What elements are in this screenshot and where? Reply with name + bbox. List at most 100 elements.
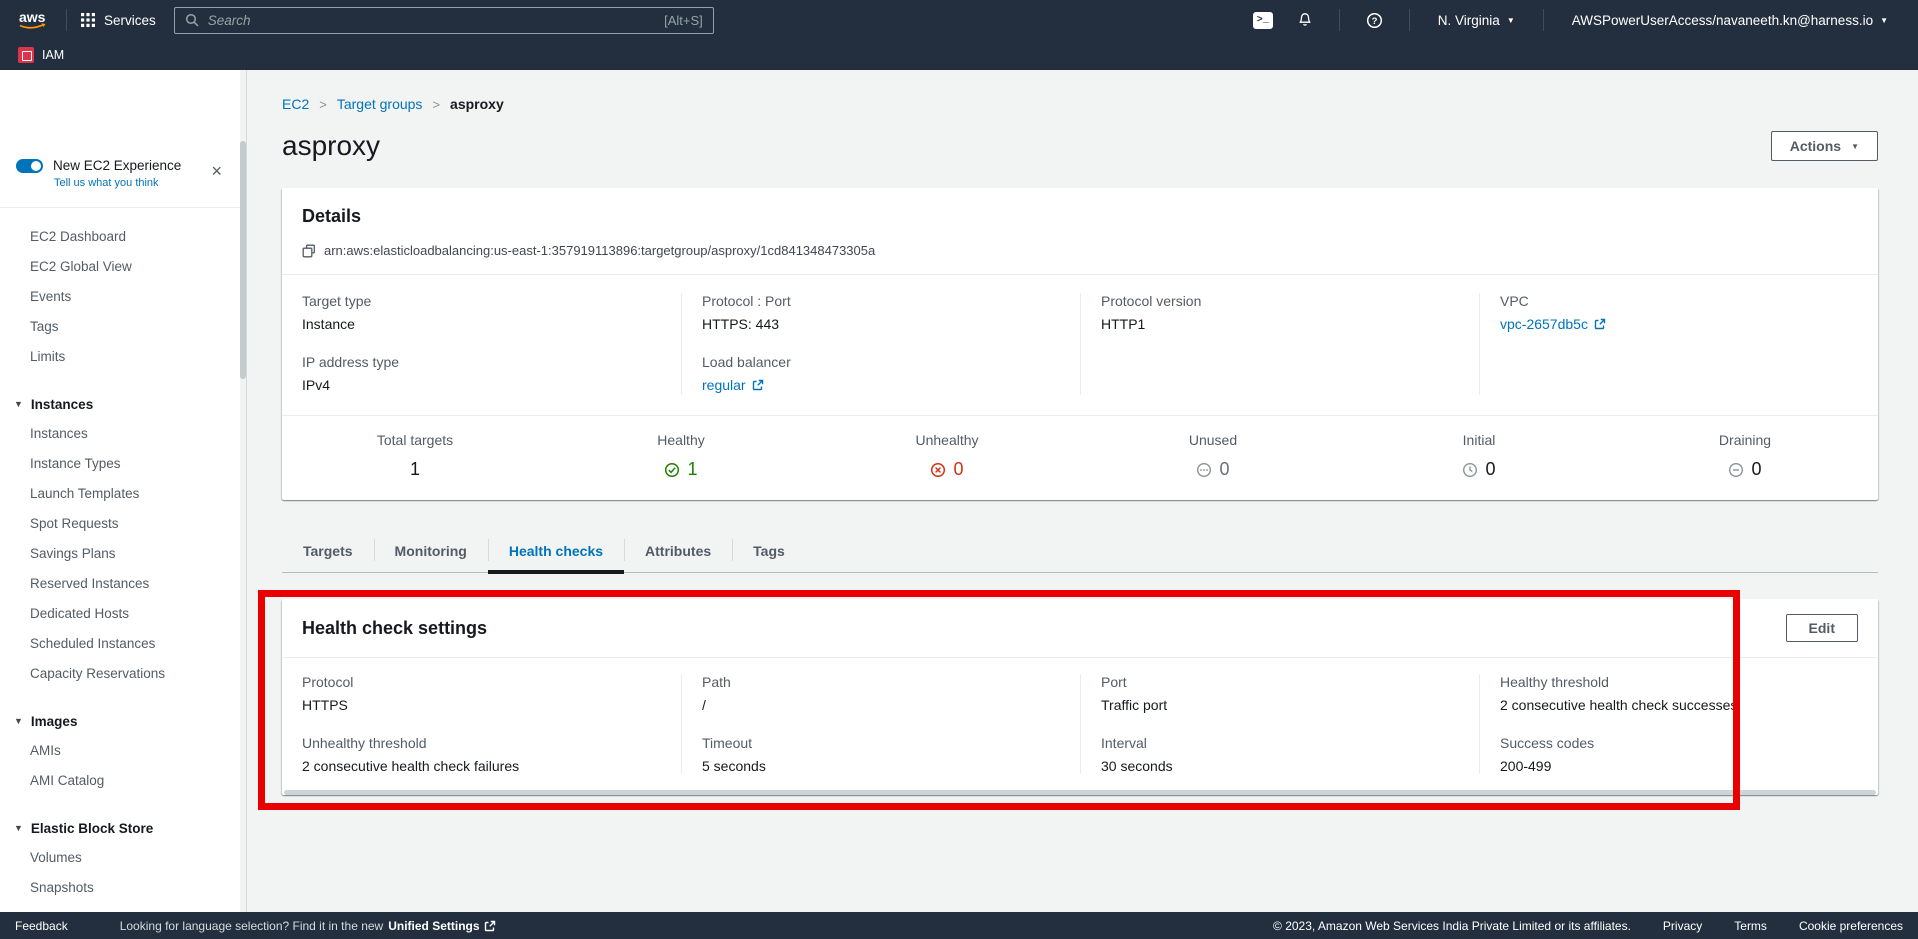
sidebar-item-volumes[interactable]: Volumes	[0, 843, 246, 873]
account-label: AWSPowerUserAccess/navaneeth.kn@harness.…	[1572, 13, 1873, 28]
tab-monitoring[interactable]: Monitoring	[374, 530, 488, 572]
chevron-down-icon: ▼	[14, 823, 23, 833]
sidebar-item-limits[interactable]: Limits	[0, 342, 246, 372]
unified-settings-link[interactable]: Unified Settings	[388, 919, 495, 933]
check-circle-icon	[664, 462, 680, 478]
external-link-icon	[752, 379, 764, 391]
language-selection-note: Looking for language selection? Find it …	[120, 919, 496, 933]
hc-protocol-value: HTTPS	[302, 697, 661, 713]
new-ec2-experience-toggle[interactable]	[16, 159, 43, 173]
stat-unused: Unused 0	[1080, 432, 1346, 480]
sidebar-item-snapshots[interactable]: Snapshots	[0, 873, 246, 903]
breadcrumb-ec2[interactable]: EC2	[282, 96, 309, 112]
search-icon	[185, 13, 199, 27]
health-check-settings-card: Health check settings Edit Protocol HTTP…	[282, 599, 1878, 795]
vpc-link[interactable]: vpc-2657db5c	[1500, 316, 1606, 332]
copy-icon[interactable]	[302, 244, 316, 258]
field-label: Protocol	[302, 674, 661, 690]
aws-logo[interactable]: aws	[16, 8, 52, 32]
services-menu[interactable]: Services	[81, 13, 156, 28]
search-input[interactable]	[208, 13, 655, 28]
health-check-grid: Protocol HTTPS Unhealthy threshold 2 con…	[282, 658, 1878, 788]
sidebar-item-capacity-reservations[interactable]: Capacity Reservations	[0, 659, 246, 689]
terms-link[interactable]: Terms	[1734, 919, 1767, 933]
hc-path-value: /	[702, 697, 1060, 713]
svg-text:aws: aws	[19, 9, 46, 25]
sidebar-item-launch-templates[interactable]: Launch Templates	[0, 479, 246, 509]
field-label: Unhealthy threshold	[302, 735, 661, 751]
close-icon[interactable]: ×	[211, 162, 222, 180]
edit-button[interactable]: Edit	[1786, 614, 1858, 642]
breadcrumb: EC2 > Target groups > asproxy	[282, 96, 1878, 112]
sidebar-scrollbar-track	[240, 70, 246, 912]
hc-healthy-threshold-value: 2 consecutive health check successes	[1500, 697, 1858, 713]
top-navigation-bar: aws Services [Alt+S] >_	[0, 0, 1918, 40]
external-link-icon	[1594, 318, 1606, 330]
actions-button[interactable]: Actions ▼	[1771, 131, 1878, 161]
sidebar-item-savings-plans[interactable]: Savings Plans	[0, 539, 246, 569]
services-grid-icon	[81, 13, 95, 27]
load-balancer-link[interactable]: regular	[702, 377, 764, 393]
services-label: Services	[104, 13, 156, 28]
sidebar-item-instance-types[interactable]: Instance Types	[0, 449, 246, 479]
help-icon[interactable]: ?	[1354, 12, 1395, 29]
field-label: IP address type	[302, 354, 661, 370]
feedback-link[interactable]: Feedback	[15, 919, 68, 933]
account-menu[interactable]: AWSPowerUserAccess/navaneeth.kn@harness.…	[1558, 13, 1902, 28]
sidebar-section-elastic-block-store[interactable]: ▼ Elastic Block Store	[0, 813, 246, 843]
sidebar-section-images[interactable]: ▼ Images	[0, 706, 246, 736]
tab-tags[interactable]: Tags	[732, 530, 806, 572]
chevron-down-icon: ▼	[14, 716, 23, 726]
iam-link[interactable]: IAM	[42, 48, 64, 62]
hc-port-value: Traffic port	[1101, 697, 1459, 713]
clock-circle-icon	[1462, 462, 1478, 478]
tell-us-link[interactable]: Tell us what you think	[54, 177, 159, 189]
region-selector[interactable]: N. Virginia ▼	[1424, 13, 1529, 28]
hc-success-codes-value: 200-499	[1500, 758, 1858, 774]
tab-targets[interactable]: Targets	[282, 530, 374, 572]
field-label: Protocol : Port	[702, 293, 1060, 309]
sidebar-item-events[interactable]: Events	[0, 282, 246, 312]
tab-attributes[interactable]: Attributes	[624, 530, 732, 572]
sidebar-item-ami-catalog[interactable]: AMI Catalog	[0, 766, 246, 796]
topbar-divider	[66, 9, 67, 31]
sidebar-item-scheduled-instances[interactable]: Scheduled Instances	[0, 629, 246, 659]
search-bar[interactable]: [Alt+S]	[174, 7, 714, 34]
field-label: Healthy threshold	[1500, 674, 1858, 690]
cloudshell-icon[interactable]: >_	[1241, 12, 1285, 29]
recently-visited-bar: IAM	[0, 40, 1918, 70]
cookie-preferences-link[interactable]: Cookie preferences	[1799, 919, 1903, 933]
details-heading: Details	[302, 206, 1858, 227]
field-label: Path	[702, 674, 1060, 690]
tab-bar: Targets Monitoring Health checks Attribu…	[282, 530, 1878, 573]
target-group-arn: arn:aws:elasticloadbalancing:us-east-1:3…	[324, 243, 875, 258]
sidebar-item-ec2-global-view[interactable]: EC2 Global View	[0, 252, 246, 282]
sidebar-scrollbar-thumb[interactable]	[240, 141, 246, 379]
sidebar-item-instances[interactable]: Instances	[0, 419, 246, 449]
tab-health-checks[interactable]: Health checks	[488, 530, 624, 572]
iam-service-icon	[18, 47, 34, 63]
breadcrumb-current: asproxy	[450, 96, 504, 112]
sidebar-item-ec2-dashboard[interactable]: EC2 Dashboard	[0, 222, 246, 252]
sidebar-item-tags[interactable]: Tags	[0, 312, 246, 342]
search-shortcut-hint: [Alt+S]	[664, 13, 703, 28]
sidebar-section-instances[interactable]: ▼ Instances	[0, 389, 246, 419]
horizontal-scrollbar[interactable]	[284, 790, 1876, 795]
chevron-down-icon: ▼	[14, 399, 23, 409]
sidebar-item-reserved-instances[interactable]: Reserved Instances	[0, 569, 246, 599]
ec2-sidebar: New EC2 Experience Tell us what you thin…	[0, 70, 247, 912]
sidebar-item-amis[interactable]: AMIs	[0, 736, 246, 766]
stat-unhealthy: Unhealthy 0	[814, 432, 1080, 480]
x-circle-icon	[930, 462, 946, 478]
breadcrumb-target-groups[interactable]: Target groups	[337, 96, 423, 112]
privacy-link[interactable]: Privacy	[1663, 919, 1702, 933]
sidebar-item-dedicated-hosts[interactable]: Dedicated Hosts	[0, 599, 246, 629]
field-label: Load balancer	[702, 354, 1060, 370]
sidebar-item-spot-requests[interactable]: Spot Requests	[0, 509, 246, 539]
stat-healthy: Healthy 1	[548, 432, 814, 480]
breadcrumb-separator: >	[319, 97, 327, 112]
field-label: Target type	[302, 293, 661, 309]
notifications-bell-icon[interactable]	[1285, 12, 1325, 28]
target-health-summary: Total targets 1 Healthy 1 Unhealthy	[282, 416, 1878, 500]
sidebar-nav: EC2 Dashboard EC2 Global View Events Tag…	[0, 208, 246, 903]
